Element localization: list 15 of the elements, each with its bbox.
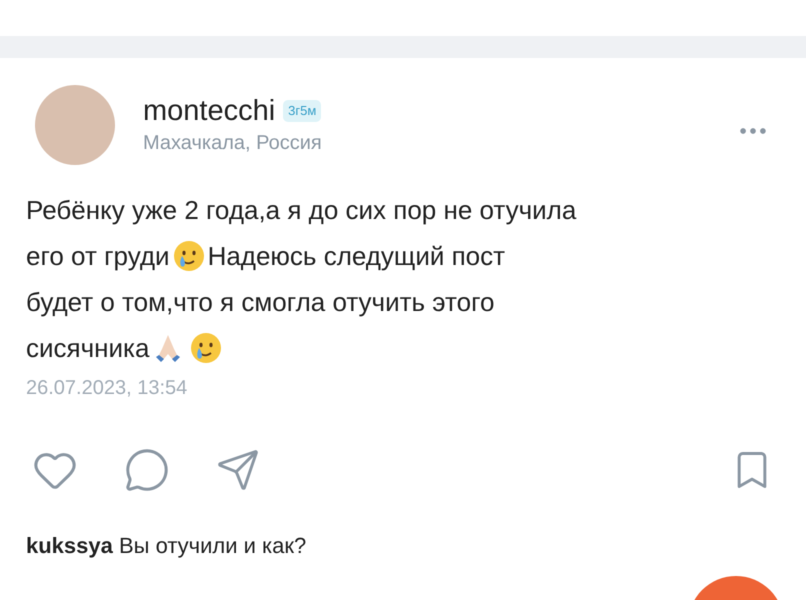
post-text: сисячника [26,332,150,365]
post-text: его от груди [26,240,170,273]
post-text: Ребёнку уже 2 года,а я до сих пор не отучила [26,194,576,227]
comment-text: Вы отучили и как? [118,533,306,558]
crying-face-icon [190,332,222,364]
comment-icon[interactable] [124,447,170,493]
location: Махачкала, Россия [143,131,322,156]
username[interactable]: montecchi [143,93,276,129]
post-text: будет о том,что я смогла отучить этого [26,286,494,319]
post-text: Надеюсь следущий пост [208,240,506,273]
crying-face-icon [172,240,205,272]
post-date: 26.07.2023, 13:54 [26,377,188,399]
share-icon[interactable] [216,448,260,492]
comment-author[interactable]: kukssya [26,533,113,558]
age-badge: 3г5м [283,100,322,122]
